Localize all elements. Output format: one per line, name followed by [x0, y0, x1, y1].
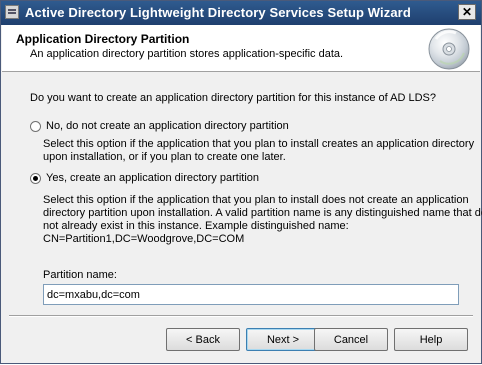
partition-name-input[interactable]	[43, 284, 459, 305]
description-line: CN=Partition1,DC=Woodgrove,DC=COM	[43, 233, 245, 245]
radio-no-partition[interactable]	[30, 121, 41, 132]
option-no-description: Select this option if the application th…	[43, 138, 474, 164]
option-yes-description: Select this option if the application th…	[43, 194, 482, 246]
radio-create-partition[interactable]	[30, 173, 41, 184]
description-line: upon installation, or if you plan to cre…	[43, 151, 286, 163]
option-yes-label[interactable]: Yes, create an application directory par…	[46, 172, 259, 184]
wizard-content: Do you want to create an application dir…	[1, 1, 482, 365]
next-button[interactable]: Next >	[246, 328, 320, 351]
footer-separator	[9, 315, 473, 317]
cancel-button[interactable]: Cancel	[314, 328, 388, 351]
back-button[interactable]: < Back	[166, 328, 240, 351]
description-line: Select this option if the application th…	[43, 138, 475, 150]
question-text: Do you want to create an application dir…	[30, 92, 436, 104]
description-line: Select this option if the application th…	[43, 194, 469, 206]
help-button[interactable]: Help	[394, 328, 468, 351]
option-no-label[interactable]: No, do not create an application directo…	[46, 120, 289, 132]
partition-name-label: Partition name:	[43, 269, 117, 281]
setup-wizard-window: Active Directory Lightweight Directory S…	[0, 0, 482, 364]
description-line: not already exist in this instance. Exam…	[43, 220, 349, 232]
description-line: directory partition upon installation. A…	[43, 207, 482, 219]
